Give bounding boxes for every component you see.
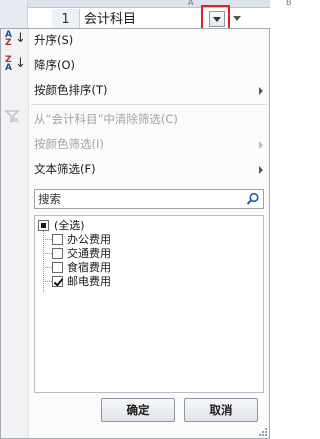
submenu-arrow-icon [259, 166, 263, 174]
list-item[interactable]: 邮电费用 [35, 275, 263, 288]
column-header-bar: A B [28, 0, 292, 8]
autofilter-menu: A Z ↓ 升序(S) Z A ↓ 降序(O) 按颜色排序(T) 从“会计科目”中清除筛… [0, 28, 270, 439]
tree-connector [43, 239, 52, 240]
menu-item-label: 升序(S) [34, 33, 74, 47]
checkbox[interactable] [52, 262, 63, 273]
list-item[interactable]: 办公费用 [35, 233, 263, 246]
list-item-label: (全选) [54, 219, 85, 232]
clear-filter-icon [4, 110, 25, 128]
checkbox[interactable] [52, 234, 63, 245]
menu-item-filter-by-color: 按颜色筛选(I) [1, 133, 269, 155]
menu-item-sort-ascending[interactable]: A Z ↓ 升序(S) [1, 29, 269, 51]
sort-descending-icon: Z A ↓ [5, 55, 26, 73]
resize-grip[interactable] [258, 427, 267, 436]
checkbox[interactable] [52, 276, 63, 287]
list-item-label: 交通费用 [67, 247, 111, 260]
sort-ascending-icon: A Z ↓ [5, 30, 26, 48]
menu-item-label: 文本筛选(F) [34, 162, 96, 176]
submenu-arrow-icon [259, 141, 263, 149]
list-item-label: 邮电费用 [67, 275, 111, 288]
list-item[interactable]: 交通费用 [35, 247, 263, 260]
search-icon[interactable] [246, 192, 260, 206]
menu-item-sort-descending[interactable]: Z A ↓ 降序(O) [1, 54, 269, 76]
menu-item-sort-by-color[interactable]: 按颜色排序(T) [1, 79, 269, 101]
column-b-letter: B [286, 0, 292, 7]
chevron-down-icon[interactable] [232, 11, 242, 27]
cancel-button[interactable]: 取消 [184, 398, 258, 422]
tree-connector [43, 267, 52, 268]
search-placeholder: 搜索 [38, 192, 61, 206]
filter-value-list: (全选) 办公费用 交通费用 食宿费用 邮电费用 [34, 215, 264, 393]
menu-item-label: 按颜色筛选(I) [34, 137, 104, 151]
menu-item-label: 降序(O) [34, 58, 76, 72]
menu-item-label: 按颜色排序(T) [34, 83, 108, 97]
ok-button[interactable]: 确定 [101, 398, 175, 422]
menu-item-text-filter[interactable]: 文本筛选(F) [1, 158, 269, 180]
list-item[interactable]: 食宿费用 [35, 261, 263, 274]
tree-connector [43, 281, 52, 282]
list-item-label: 办公费用 [67, 233, 111, 246]
checkbox[interactable] [52, 248, 63, 259]
list-item-label: 食宿费用 [67, 261, 111, 274]
column-a-letter: A [188, 0, 194, 7]
menu-item-label: 从“会计科目”中清除筛选(C) [34, 112, 178, 126]
list-item-select-all[interactable]: (全选) [35, 219, 263, 232]
search-input[interactable]: 搜索 [34, 189, 264, 209]
checkbox[interactable] [38, 220, 49, 231]
submenu-arrow-icon [259, 87, 263, 95]
menu-item-clear-filter: 从“会计科目”中清除筛选(C) [1, 108, 269, 130]
tree-connector [43, 253, 52, 254]
menu-separator [31, 104, 267, 105]
